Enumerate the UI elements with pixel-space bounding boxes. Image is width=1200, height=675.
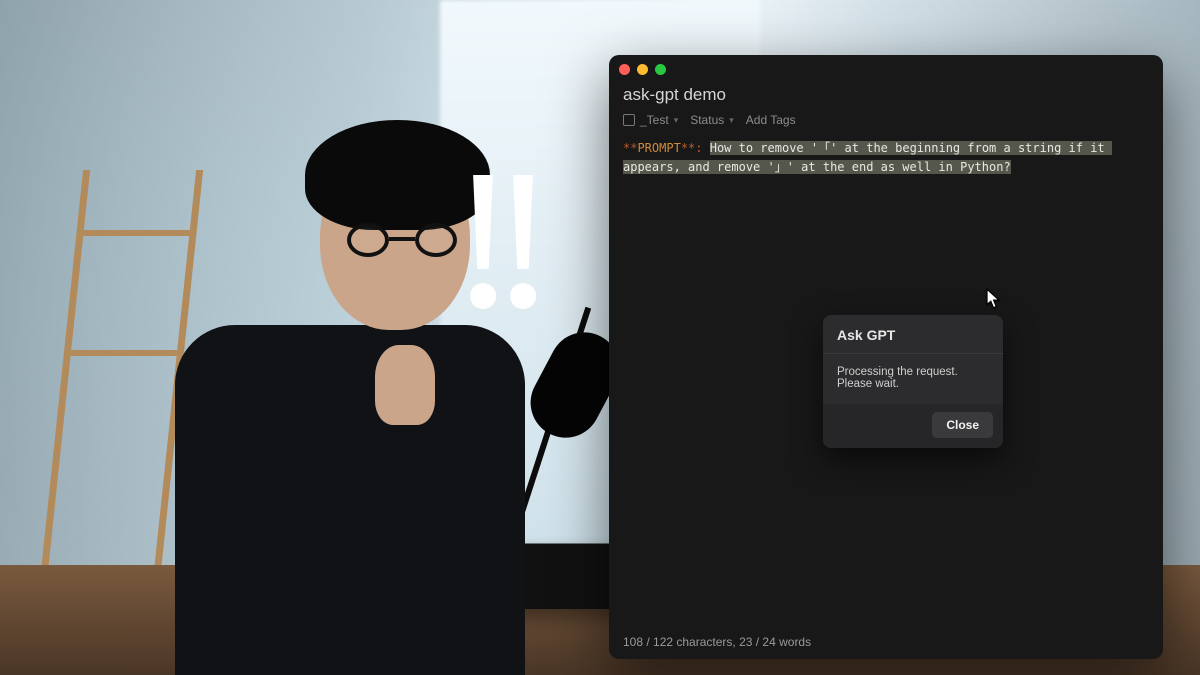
status-bar: 108 / 122 characters, 23 / 24 words	[609, 627, 1163, 659]
status-selector[interactable]: Status ▾	[690, 113, 734, 127]
exclamation-overlay	[470, 175, 536, 309]
prompt-keyword: PROMPT	[637, 141, 680, 155]
notebook-selector[interactable]: _Test ▾	[623, 113, 678, 127]
checkbox-icon	[623, 114, 635, 126]
dialog-message: Processing the request. Please wait.	[823, 354, 1003, 404]
ask-gpt-dialog: Ask GPT Processing the request. Please w…	[823, 315, 1003, 448]
chevron-down-icon: ▾	[729, 115, 734, 126]
status-label: Status	[690, 113, 724, 127]
add-tags-button[interactable]: Add Tags	[746, 113, 796, 127]
prompt-markup: **	[623, 141, 637, 155]
document-title[interactable]: ask-gpt demo	[609, 83, 1163, 109]
window-titlebar[interactable]	[609, 55, 1163, 83]
notebook-name: _Test	[640, 113, 669, 127]
window-minimize-icon[interactable]	[637, 64, 648, 75]
exclamation-icon	[470, 175, 496, 309]
close-button[interactable]: Close	[932, 412, 993, 438]
prompt-markup: **:	[681, 141, 703, 155]
dialog-title: Ask GPT	[823, 315, 1003, 354]
document-meta-row: _Test ▾ Status ▾ Add Tags	[609, 109, 1163, 135]
exclamation-icon	[510, 175, 536, 309]
dialog-footer: Close	[823, 404, 1003, 448]
window-zoom-icon[interactable]	[655, 64, 666, 75]
window-close-icon[interactable]	[619, 64, 630, 75]
chevron-down-icon: ▾	[674, 115, 679, 126]
